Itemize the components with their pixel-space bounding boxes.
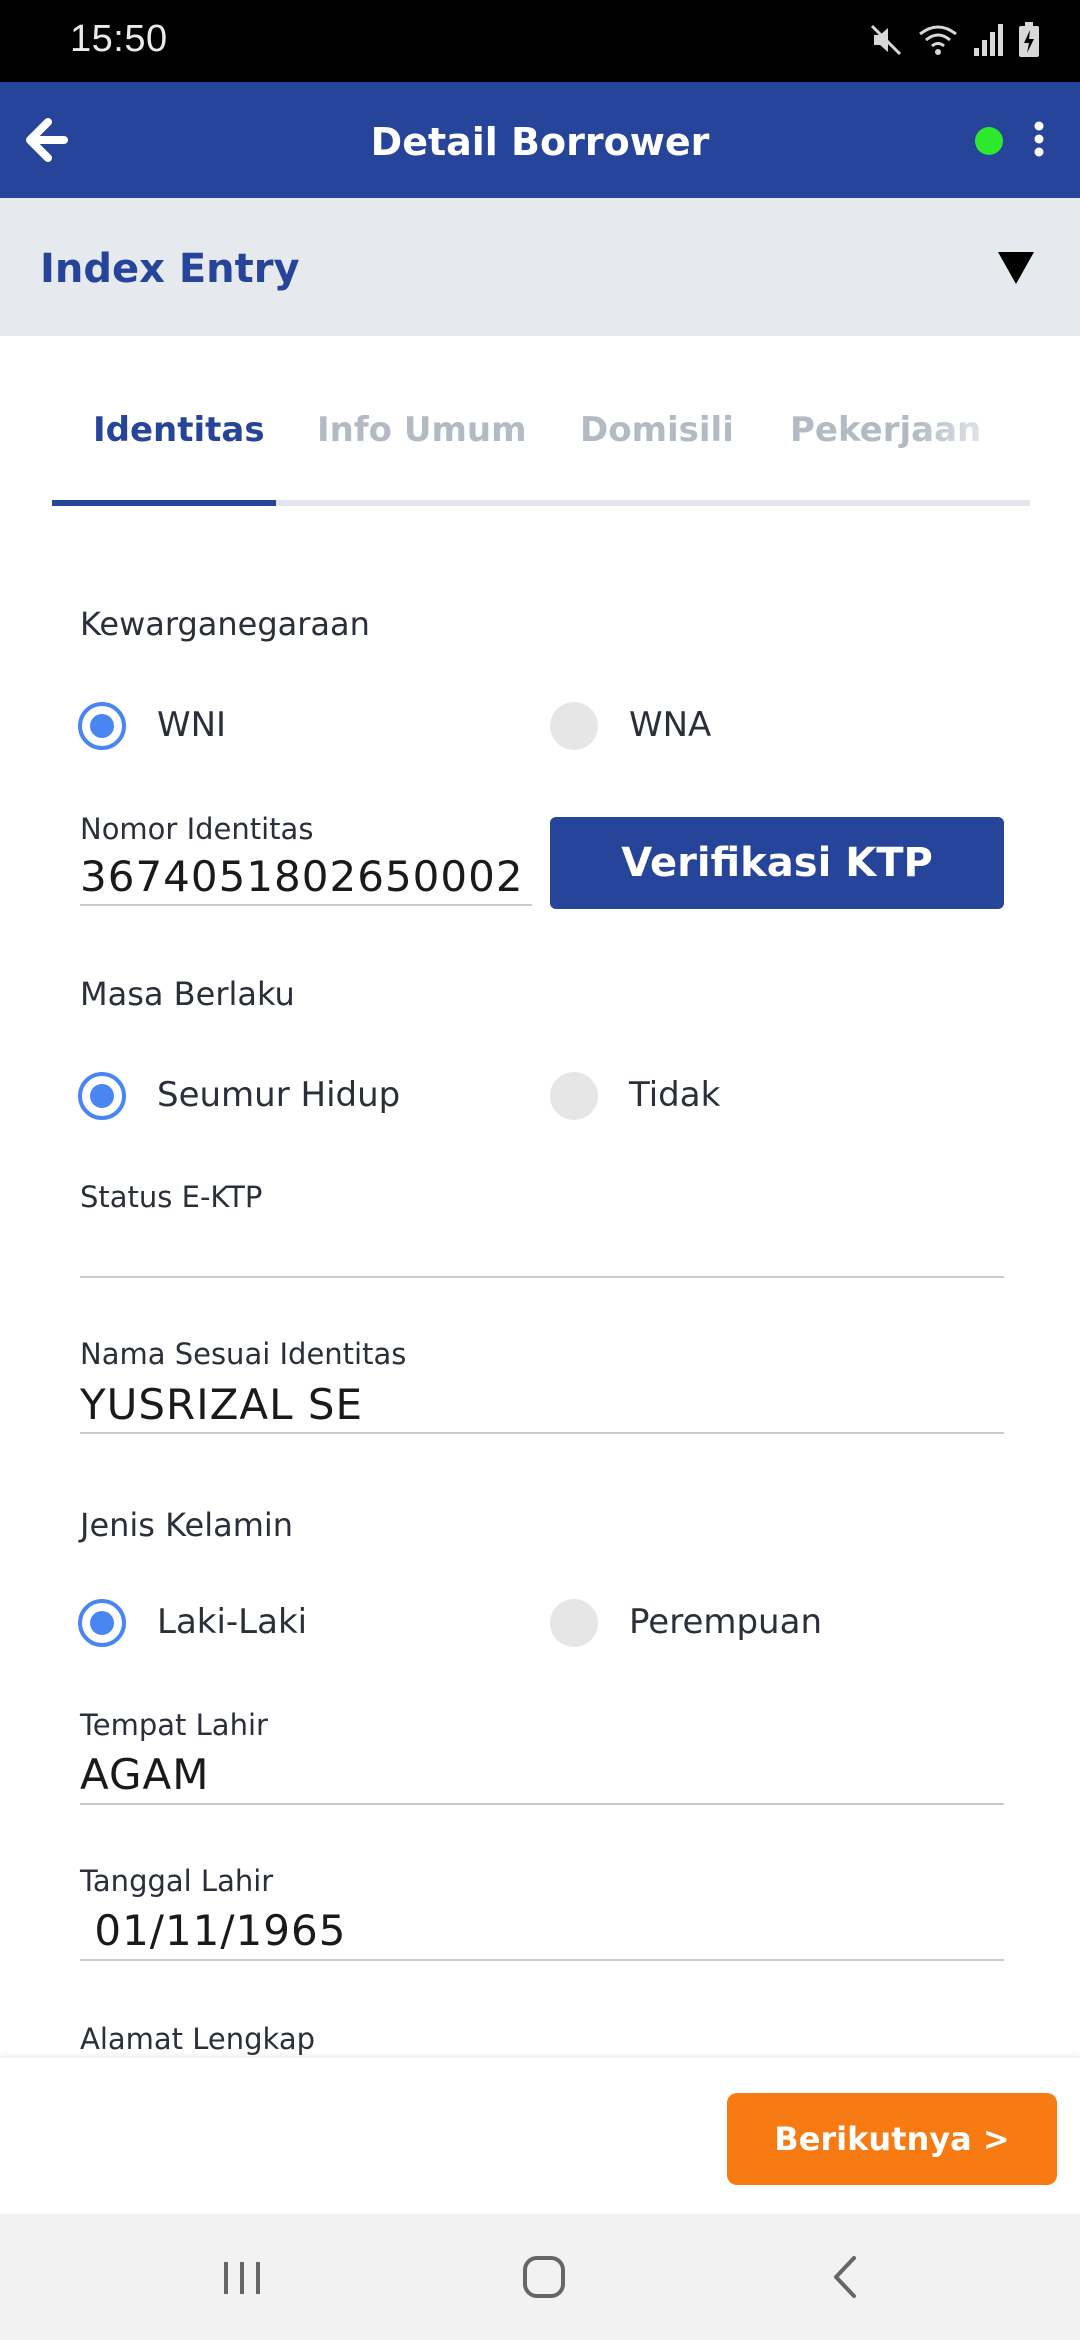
nama-underline (80, 1432, 1004, 1434)
verifikasi-ktp-button[interactable]: Verifikasi KTP (550, 817, 1004, 909)
page-title: Detail Borrower (370, 120, 710, 164)
radio-laki-laki[interactable] (78, 1599, 126, 1647)
nama-label: Nama Sesuai Identitas (80, 1337, 407, 1371)
radio-tidak[interactable] (550, 1072, 598, 1120)
wifi-icon (919, 25, 957, 55)
tanggal-lahir-label: Tanggal Lahir (80, 1864, 274, 1898)
tab-active-indicator (52, 500, 276, 506)
masa-berlaku-label: Masa Berlaku (80, 975, 295, 1013)
radio-tidak-label: Tidak (629, 1075, 721, 1115)
radio-wni-label: WNI (157, 705, 227, 745)
triangle-down-icon (998, 252, 1034, 284)
more-vert-icon[interactable] (1024, 120, 1054, 160)
status-ektp-input[interactable] (80, 1222, 1004, 1272)
index-entry-dropdown[interactable]: Index Entry (0, 198, 1080, 336)
nama-input[interactable]: YUSRIZAL SE (80, 1380, 1004, 1429)
radio-perempuan-label: Perempuan (629, 1602, 822, 1642)
recent-apps-icon[interactable] (207, 2244, 277, 2310)
nomor-identitas-label: Nomor Identitas (80, 812, 314, 846)
nomor-identitas-input[interactable]: 3674051802650002 (80, 852, 532, 901)
tempat-lahir-input[interactable]: AGAM (80, 1750, 1004, 1799)
jenis-kelamin-label: Jenis Kelamin (80, 1506, 294, 1544)
online-status-dot (975, 127, 1003, 155)
radio-seumur-hidup[interactable] (78, 1072, 126, 1120)
status-bar: 15:50 (0, 0, 1080, 82)
tanggal-lahir-input[interactable]: 01/11/1965 (80, 1906, 1004, 1955)
system-nav-bar (0, 2214, 1080, 2340)
status-icons (868, 20, 1040, 60)
signal-icon (974, 24, 1003, 56)
tab-identitas[interactable]: Identitas (93, 410, 265, 450)
status-ektp-underline (80, 1276, 1004, 1278)
app-header: Detail Borrower (0, 82, 1080, 198)
back-icon[interactable] (812, 2244, 882, 2310)
tab-scroll-fade (912, 404, 1030, 464)
radio-perempuan[interactable] (550, 1599, 598, 1647)
home-icon[interactable] (509, 2244, 579, 2310)
section-title: Index Entry (40, 246, 300, 292)
tab-info-umum[interactable]: Info Umum (317, 410, 527, 450)
tempat-lahir-label: Tempat Lahir (80, 1708, 268, 1742)
alamat-lengkap-label: Alamat Lengkap (80, 2022, 316, 2056)
radio-wna-label: WNA (629, 705, 712, 745)
bottom-action-bar: Berikutnya > (0, 2058, 1080, 2214)
tab-bar: Identitas Info Umum Domisili Pekerjaan (52, 380, 1030, 510)
status-time: 15:50 (70, 18, 168, 60)
tanggal-lahir-underline (80, 1959, 1004, 1961)
battery-charging-icon (1019, 22, 1039, 57)
radio-wni[interactable] (78, 702, 126, 750)
tab-domisili[interactable]: Domisili (580, 410, 734, 450)
nomor-identitas-underline (80, 904, 532, 906)
radio-wna[interactable] (550, 702, 598, 750)
radio-laki-laki-label: Laki-Laki (157, 1602, 308, 1642)
next-button[interactable]: Berikutnya > (727, 2093, 1057, 2185)
tempat-lahir-underline (80, 1803, 1004, 1805)
kewarganegaraan-label: Kewarganegaraan (80, 605, 370, 643)
mute-icon (870, 24, 902, 56)
status-ektp-label: Status E-KTP (80, 1180, 263, 1214)
radio-seumur-hidup-label: Seumur Hidup (157, 1075, 401, 1115)
